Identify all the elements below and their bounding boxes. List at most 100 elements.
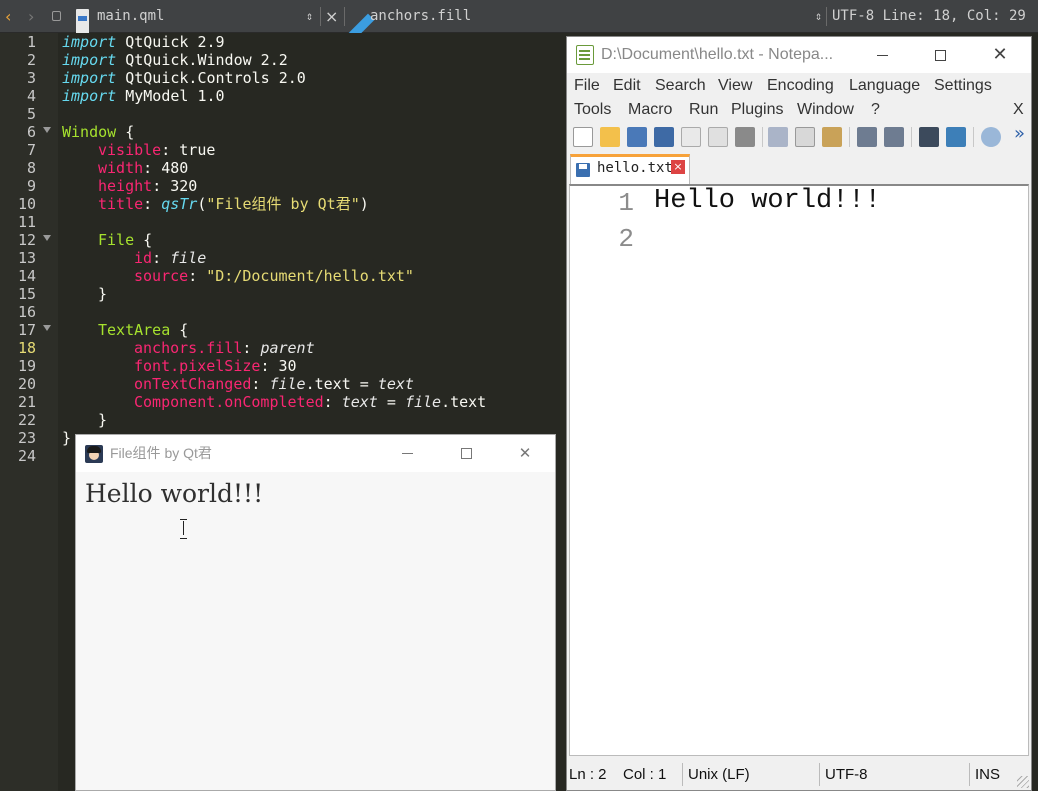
code-line: }	[98, 411, 108, 429]
close-button[interactable]: ✕	[502, 435, 548, 472]
tab-hello-txt[interactable]: hello.txt ×	[570, 154, 690, 184]
minimize-button[interactable]	[859, 37, 905, 73]
menu-settings[interactable]: Settings	[934, 74, 992, 98]
status-encoding[interactable]: UTF-8	[825, 759, 868, 790]
close-all-icon[interactable]	[708, 127, 728, 147]
toolbar-divider	[762, 127, 763, 147]
document-line: Hello world!!!	[654, 186, 881, 216]
notepad-titlebar[interactable]: D:\Document\hello.txt - Notepa... ✕	[567, 37, 1031, 73]
replace-icon[interactable]	[946, 127, 966, 147]
status-insert-mode[interactable]: INS	[975, 759, 1000, 790]
code-line: title: qsTr("File组件 by Qt君")	[98, 195, 369, 213]
close-icon[interactable]	[681, 127, 701, 147]
notepad-window[interactable]: D:\Document\hello.txt - Notepa... ✕ File…	[566, 36, 1032, 791]
close-button[interactable]: ✕	[977, 37, 1023, 73]
menu-help[interactable]: ?	[871, 98, 880, 122]
more-tools-icon[interactable]: »	[1014, 123, 1025, 144]
position-combo-arrow-icon[interactable]: ⇕	[815, 0, 822, 33]
tab-close-icon[interactable]: ×	[671, 160, 685, 174]
line-number: 15	[17, 285, 36, 303]
line-number: 19	[17, 357, 36, 375]
symbol-combo[interactable]: anchors.fill	[370, 0, 471, 33]
maximize-icon	[460, 448, 472, 459]
code-line: import QtQuick.Window 2.2	[62, 51, 288, 69]
close-document-button[interactable]: X	[1013, 98, 1024, 122]
forward-icon[interactable]: ›	[28, 0, 34, 33]
current-line-number: 18	[17, 339, 36, 357]
app-window-titlebar[interactable]: File组件 by Qt君 ✕	[76, 435, 555, 472]
redo-icon[interactable]	[884, 127, 904, 147]
paste-icon[interactable]	[822, 127, 842, 147]
close-icon: ✕	[518, 444, 532, 462]
save-icon[interactable]	[627, 127, 647, 147]
close-icon: ✕	[992, 44, 1008, 65]
find-icon[interactable]	[919, 127, 939, 147]
document-editor[interactable]: 1 Hello world!!! 2	[569, 184, 1029, 756]
menu-run[interactable]: Run	[689, 98, 718, 122]
menu-plugins[interactable]: Plugins	[731, 98, 783, 122]
text-cursor-icon	[180, 519, 188, 539]
code-line: visible: true	[98, 141, 216, 159]
line-number: 14	[17, 267, 36, 285]
line-number: 24	[17, 447, 36, 465]
code-line: id: file	[134, 249, 207, 267]
open-file-combo[interactable]: main.qml	[97, 0, 164, 33]
menu-language[interactable]: Language	[849, 74, 920, 98]
undo-icon[interactable]	[857, 127, 877, 147]
status-eol[interactable]: Unix (LF)	[688, 759, 750, 790]
line-number: 22	[17, 411, 36, 429]
menu-encoding[interactable]: Encoding	[767, 74, 834, 98]
status-divider	[682, 763, 683, 786]
maximize-button[interactable]	[917, 37, 963, 73]
print-icon[interactable]	[735, 127, 755, 147]
app-window[interactable]: File组件 by Qt君 ✕ Hello world!!!	[75, 434, 556, 791]
line-number: 21	[17, 393, 36, 411]
line-number: 2	[618, 224, 634, 254]
resize-grip-icon[interactable]	[1017, 776, 1029, 788]
fold-marker-icon[interactable]	[43, 325, 51, 331]
open-icon[interactable]	[600, 127, 620, 147]
code-line: import QtQuick 2.9	[62, 33, 225, 51]
app-window-title: File组件 by Qt君	[110, 445, 212, 461]
text-area[interactable]: Hello world!!!	[85, 479, 263, 508]
menu-macro[interactable]: Macro	[628, 98, 672, 122]
toolbar-divider	[849, 127, 850, 147]
menu-tools[interactable]: Tools	[574, 98, 611, 122]
line-number: 2	[26, 51, 36, 69]
close-document-button[interactable]: ×	[325, 0, 338, 33]
minimize-button[interactable]	[384, 435, 430, 472]
code-line: width: 480	[98, 159, 189, 177]
menu-edit[interactable]: Edit	[613, 74, 641, 98]
line-number: 16	[17, 303, 36, 321]
line-number: 11	[17, 213, 36, 231]
copy-icon[interactable]	[795, 127, 815, 147]
new-icon[interactable]	[573, 127, 593, 147]
code-line: height: 320	[98, 177, 198, 195]
divider	[344, 7, 345, 26]
code-line: TextArea {	[98, 321, 189, 339]
encoding-position-label[interactable]: UTF-8 Line: 18, Col: 29	[832, 0, 1026, 33]
save-state-icon	[576, 163, 590, 177]
cut-icon[interactable]	[768, 127, 788, 147]
status-line: Ln : 2	[569, 766, 607, 783]
code-line: }	[98, 285, 108, 303]
lock-icon	[52, 11, 61, 21]
menu-search[interactable]: Search	[655, 74, 706, 98]
save-all-icon[interactable]	[654, 127, 674, 147]
code-line: source: "D:/Document/hello.txt"	[134, 267, 414, 285]
menu-view[interactable]: View	[718, 74, 752, 98]
file-combo-arrow-icon[interactable]: ⇕	[306, 0, 313, 33]
code-line: onTextChanged: file.text = text	[134, 375, 414, 393]
zoom-in-icon[interactable]	[981, 127, 1001, 147]
minimize-icon	[401, 453, 413, 454]
menu-file[interactable]: File	[574, 74, 600, 98]
line-number: 17	[17, 321, 36, 339]
line-number: 1	[618, 188, 634, 218]
back-icon[interactable]: ‹	[5, 0, 11, 33]
menu-window[interactable]: Window	[797, 98, 854, 122]
line-number: 13	[17, 249, 36, 267]
maximize-button[interactable]	[443, 435, 489, 472]
fold-marker-icon[interactable]	[43, 235, 51, 241]
fold-marker-icon[interactable]	[43, 127, 51, 133]
code-line: }	[62, 429, 72, 447]
